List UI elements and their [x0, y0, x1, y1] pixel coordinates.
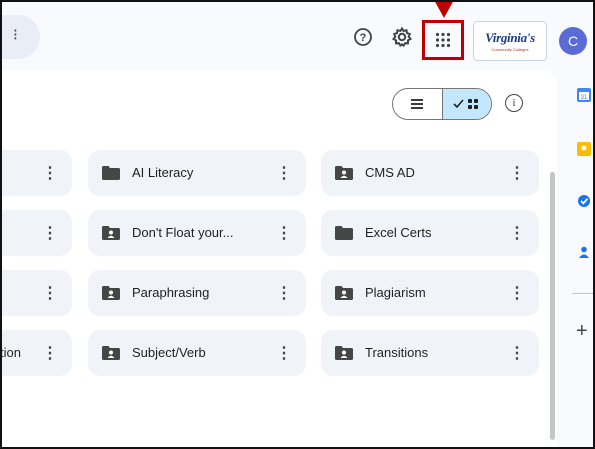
logo-text: Virginia's — [485, 30, 535, 45]
scrollbar[interactable] — [550, 172, 555, 440]
side-panel-divider — [572, 293, 593, 294]
drive-window: ⁝ ? Virginia's Community Colleges C i ⋮ … — [0, 0, 595, 449]
grid-view-button[interactable] — [441, 89, 491, 119]
keep-icon[interactable] — [577, 142, 591, 156]
folder-tile[interactable]: Excel Certs ⋮ — [321, 210, 539, 256]
folder-tile[interactable]: ⋮ — [2, 270, 72, 316]
folder-tile[interactable]: Subject/Verb ⋮ — [88, 330, 306, 376]
more-options-icon[interactable]: ⋮ — [509, 163, 525, 183]
calendar-icon[interactable]: 31 — [577, 88, 591, 102]
more-options-icon[interactable]: ⋮ — [509, 283, 525, 303]
gear-icon[interactable] — [391, 26, 413, 48]
apps-button[interactable] — [422, 20, 464, 60]
list-view-button[interactable] — [393, 89, 442, 119]
folder-tile[interactable]: Don't Float your... ⋮ — [88, 210, 306, 256]
folder-tile[interactable]: tion ⋮ — [0, 330, 72, 376]
shared-folder-icon — [335, 346, 353, 360]
grid-view-icon — [453, 99, 478, 109]
apps-grid-icon — [435, 32, 451, 48]
more-options-icon[interactable]: ⋮ — [42, 343, 58, 363]
folder-name: Don't Float your... — [132, 225, 234, 240]
add-addon-button[interactable]: + — [576, 320, 588, 343]
shared-folder-icon — [102, 346, 120, 360]
pointer-arrow — [433, 2, 455, 18]
folder-icon — [335, 226, 353, 240]
folder-name: Paraphrasing — [132, 285, 210, 300]
avatar[interactable]: C — [559, 27, 587, 55]
help-circle-icon[interactable]: ? — [352, 26, 374, 48]
shared-folder-icon — [335, 286, 353, 300]
tasks-icon[interactable] — [577, 194, 591, 208]
folder-tile[interactable]: AI Literacy ⋮ — [88, 150, 306, 196]
folder-name: Transitions — [365, 345, 429, 360]
more-options-icon[interactable]: ⋮ — [42, 163, 58, 183]
logo-subtext: Community Colleges — [491, 47, 529, 52]
folder-icon — [102, 166, 120, 180]
list-view-icon — [411, 99, 424, 109]
more-options-icon[interactable]: ⋮ — [42, 283, 58, 303]
folder-tile[interactable]: Plagiarism ⋮ — [321, 270, 539, 316]
more-options-icon[interactable]: ⋮ — [42, 223, 58, 243]
folder-tile[interactable]: CMS AD ⋮ — [321, 150, 539, 196]
folder-tile[interactable]: ⋮ — [2, 210, 72, 256]
main-content: i ⋮ AI Literacy ⋮ CMS AD ⋮ ⋮ Don't Float your.… — [0, 70, 557, 447]
more-options-icon[interactable]: ⋮ — [276, 223, 292, 243]
folder-name: Excel Certs — [365, 225, 432, 240]
search-bar[interactable]: ⁝ — [2, 15, 40, 59]
folder-tile[interactable]: Transitions ⋮ — [321, 330, 539, 376]
shared-folder-icon — [102, 226, 120, 240]
view-toggle — [392, 88, 492, 120]
folder-name: Plagiarism — [365, 285, 426, 300]
more-options-icon[interactable]: ⋮ — [276, 343, 292, 363]
folder-name: Subject/Verb — [132, 345, 206, 360]
organization-logo[interactable]: Virginia's Community Colleges — [473, 21, 547, 61]
folder-tile[interactable]: Paraphrasing ⋮ — [88, 270, 306, 316]
folder-name: tion — [0, 345, 21, 360]
folder-tile[interactable]: ⋮ — [2, 150, 72, 196]
more-options-icon[interactable]: ⋮ — [276, 283, 292, 303]
search-options-icon[interactable]: ⁝ — [13, 25, 18, 45]
shared-folder-icon — [102, 286, 120, 300]
contacts-icon[interactable] — [577, 245, 591, 259]
info-icon[interactable]: i — [505, 94, 523, 112]
folder-name: CMS AD — [365, 165, 415, 180]
shared-folder-icon — [335, 166, 353, 180]
svg-text:31: 31 — [581, 95, 588, 101]
svg-text:?: ? — [360, 32, 367, 44]
more-options-icon[interactable]: ⋮ — [509, 343, 525, 363]
more-options-icon[interactable]: ⋮ — [276, 163, 292, 183]
folder-name: AI Literacy — [132, 165, 194, 180]
more-options-icon[interactable]: ⋮ — [509, 223, 525, 243]
